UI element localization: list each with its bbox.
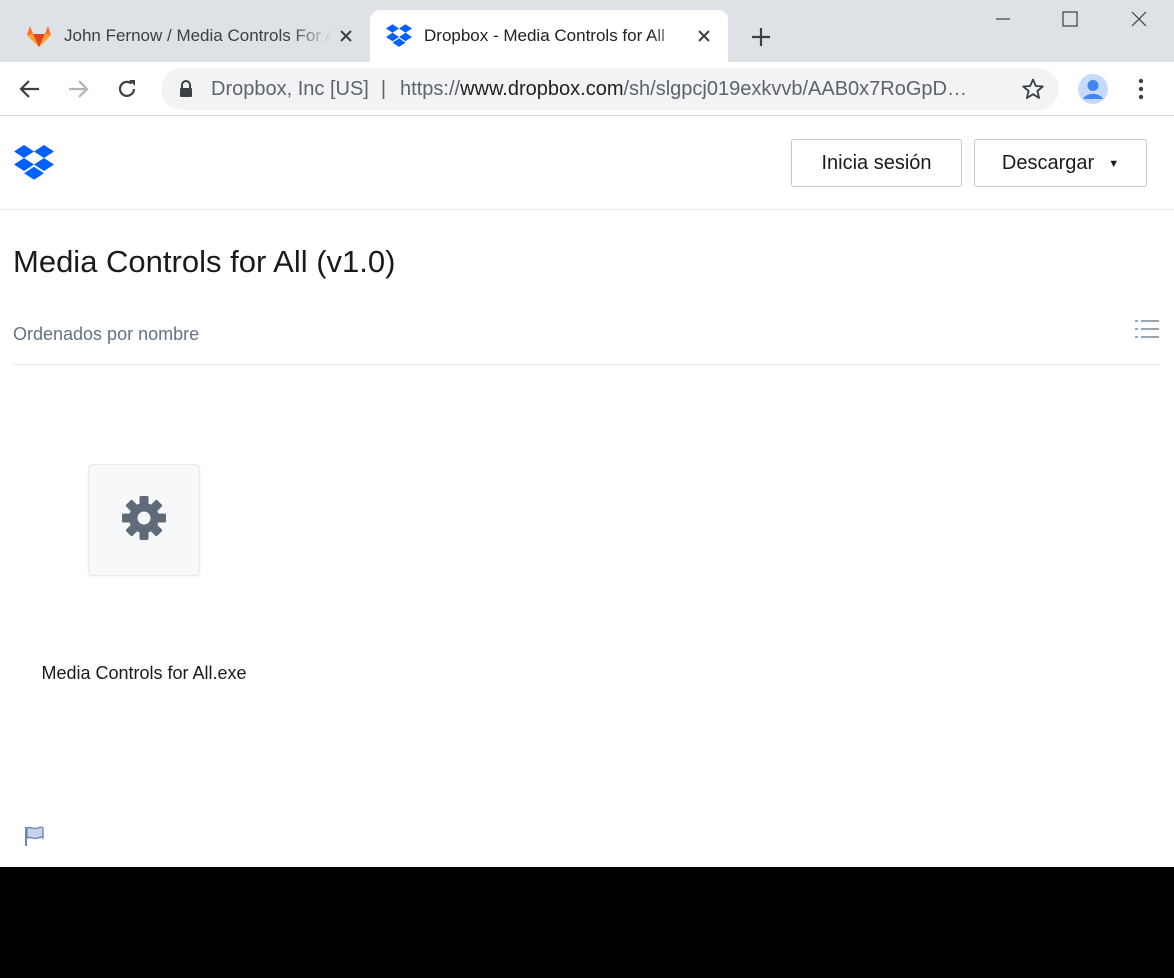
tab-title: John Fernow / Media Controls For All — [64, 26, 332, 45]
close-tab-icon[interactable] — [332, 22, 360, 50]
tab-gitlab[interactable]: John Fernow / Media Controls For All — [14, 10, 370, 62]
profile-avatar-icon[interactable] — [1076, 72, 1110, 106]
file-thumbnail[interactable] — [88, 464, 200, 576]
login-button[interactable]: Inicia sesión — [791, 139, 962, 187]
reload-icon[interactable] — [109, 71, 145, 107]
dropbox-icon — [386, 23, 412, 49]
dropbox-logo-icon[interactable] — [14, 145, 54, 186]
download-button[interactable]: Descargar ▼ — [974, 139, 1147, 187]
download-button-label: Descargar — [1001, 151, 1095, 174]
site-header: Inicia sesión Descargar ▼ — [0, 116, 1174, 210]
url-scheme: https:// — [400, 77, 461, 100]
tab-dropbox[interactable]: Dropbox - Media Controls for All — [370, 10, 728, 62]
address-separator: | — [380, 77, 387, 100]
browser-toolbar: Dropbox, Inc [US] | https://www.dropbox.… — [0, 62, 1174, 116]
address-bar[interactable]: Dropbox, Inc [US] | https://www.dropbox.… — [161, 68, 1059, 110]
new-tab-plus-icon[interactable] — [744, 20, 778, 54]
dropbox-page: Inicia sesión Descargar ▼ Media Controls… — [0, 116, 1174, 867]
file-item[interactable]: Media Controls for All.exe — [14, 446, 274, 696]
black-area — [0, 867, 1174, 978]
browser-tab-strip: John Fernow / Media Controls For All Dro… — [0, 0, 1174, 62]
site-identity: Dropbox, Inc [US] — [211, 77, 369, 100]
gear-icon — [120, 494, 168, 547]
folder-title: Media Controls for All (v1.0) — [13, 244, 396, 279]
login-button-label: Inicia sesión — [821, 151, 932, 174]
tab-title: Dropbox - Media Controls for All — [424, 26, 665, 45]
back-arrow-icon[interactable] — [12, 71, 48, 107]
close-window-icon[interactable] — [1116, 4, 1162, 34]
sort-bar: Ordenados por nombre — [13, 308, 1160, 365]
forward-arrow-icon[interactable] — [60, 71, 96, 107]
list-view-icon[interactable] — [1134, 316, 1160, 342]
caret-down-icon: ▼ — [1108, 158, 1120, 170]
bookmark-star-icon[interactable] — [1021, 77, 1045, 107]
minimize-icon[interactable] — [980, 4, 1026, 34]
url-host: www.dropbox.com — [460, 77, 624, 100]
sort-label[interactable]: Ordenados por nombre — [13, 324, 199, 345]
file-name[interactable]: Media Controls for All.exe — [14, 663, 274, 684]
maximize-icon[interactable] — [1047, 4, 1093, 34]
gitlab-icon — [26, 23, 52, 49]
more-menu-icon[interactable] — [1124, 72, 1158, 106]
lock-icon — [179, 80, 199, 98]
close-tab-icon[interactable] — [690, 22, 718, 50]
url-path: /sh/slgpcj019exkvvb/AAB0x7RoGpD… — [623, 77, 967, 100]
flag-icon[interactable] — [22, 824, 46, 848]
